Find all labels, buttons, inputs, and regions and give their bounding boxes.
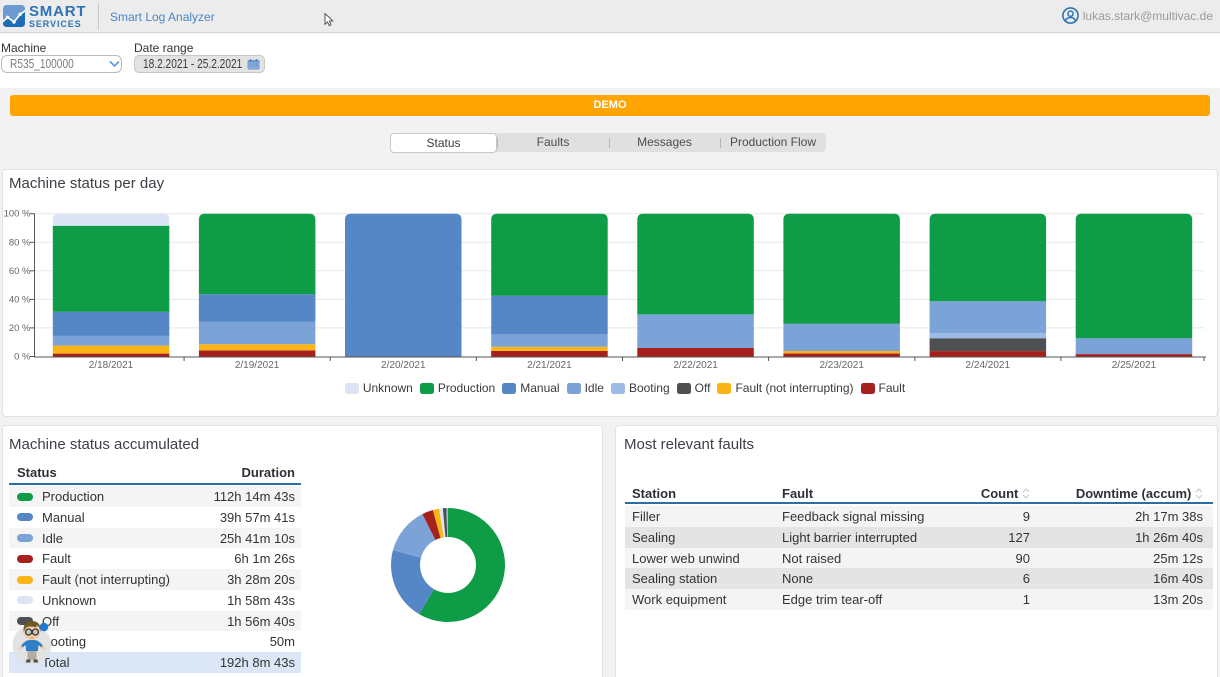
svg-text:60 %: 60 %: [9, 266, 31, 277]
svg-text:40 %: 40 %: [9, 294, 31, 305]
svg-text:2/22/2021: 2/22/2021: [673, 360, 718, 371]
svg-text:0 %: 0 %: [14, 352, 31, 363]
svg-text:2/24/2021: 2/24/2021: [966, 360, 1011, 371]
svg-text:2/20/2021: 2/20/2021: [381, 360, 426, 371]
svg-text:2/19/2021: 2/19/2021: [235, 360, 280, 371]
svg-text:2/18/2021: 2/18/2021: [89, 360, 134, 371]
svg-text:20 %: 20 %: [9, 323, 31, 334]
svg-text:2/23/2021: 2/23/2021: [819, 360, 864, 371]
svg-text:2/25/2021: 2/25/2021: [1112, 360, 1157, 371]
svg-text:80 %: 80 %: [9, 237, 31, 248]
svg-text:2/21/2021: 2/21/2021: [527, 360, 572, 371]
svg-text:100 %: 100 %: [4, 209, 31, 220]
